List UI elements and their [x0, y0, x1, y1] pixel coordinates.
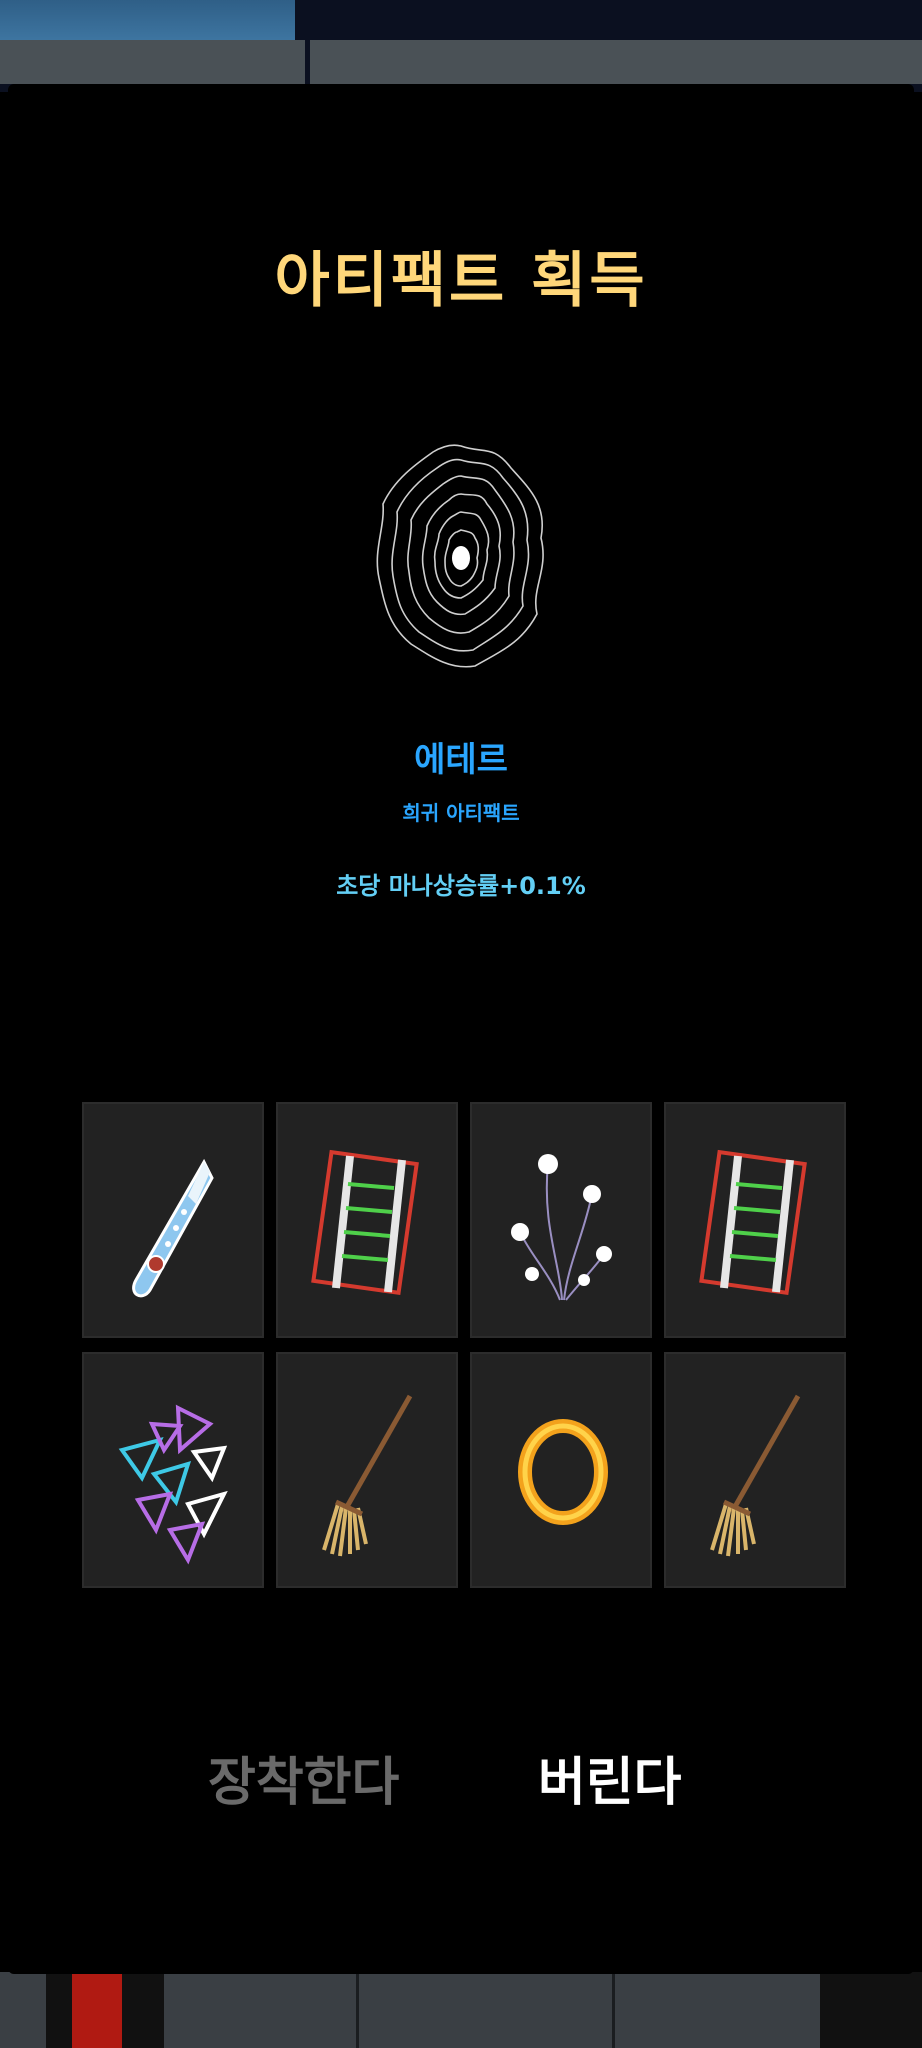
discard-button[interactable]: 버린다 [538, 1740, 682, 1815]
artifact-inventory-grid [82, 1102, 846, 1596]
inventory-slot[interactable] [664, 1352, 846, 1588]
game-background-bottom [0, 1972, 922, 2048]
inventory-slot[interactable] [470, 1102, 652, 1338]
inventory-slot[interactable] [470, 1352, 652, 1588]
equip-button[interactable]: 장착한다 [208, 1740, 399, 1815]
ether-swirl-icon [371, 438, 551, 674]
golden-ring-icon [518, 1419, 608, 1525]
inventory-slot[interactable] [664, 1102, 846, 1338]
triangles-icon [118, 1404, 228, 1565]
artifact-acquired-dialog [8, 84, 914, 1974]
game-background-top [0, 0, 922, 92]
inventory-slot[interactable] [82, 1352, 264, 1588]
thorn-rails-icon [699, 1149, 807, 1296]
dagger-icon [132, 1158, 214, 1298]
inventory-slot[interactable] [276, 1102, 458, 1338]
thorn-rails-icon [311, 1149, 419, 1296]
broom-icon [710, 1394, 801, 1557]
broom-icon [322, 1394, 413, 1557]
inventory-slot[interactable] [276, 1352, 458, 1588]
artifact-effect: 초당 마나상승률+0.1% [336, 872, 586, 900]
artifact-rarity: 희귀 아티팩트 [402, 801, 520, 825]
inventory-slot[interactable] [82, 1102, 264, 1338]
dialog-title: 아티팩트 획득 [274, 246, 648, 316]
artifact-name: 에테르 [414, 740, 508, 780]
white-flower-icon [511, 1154, 612, 1301]
